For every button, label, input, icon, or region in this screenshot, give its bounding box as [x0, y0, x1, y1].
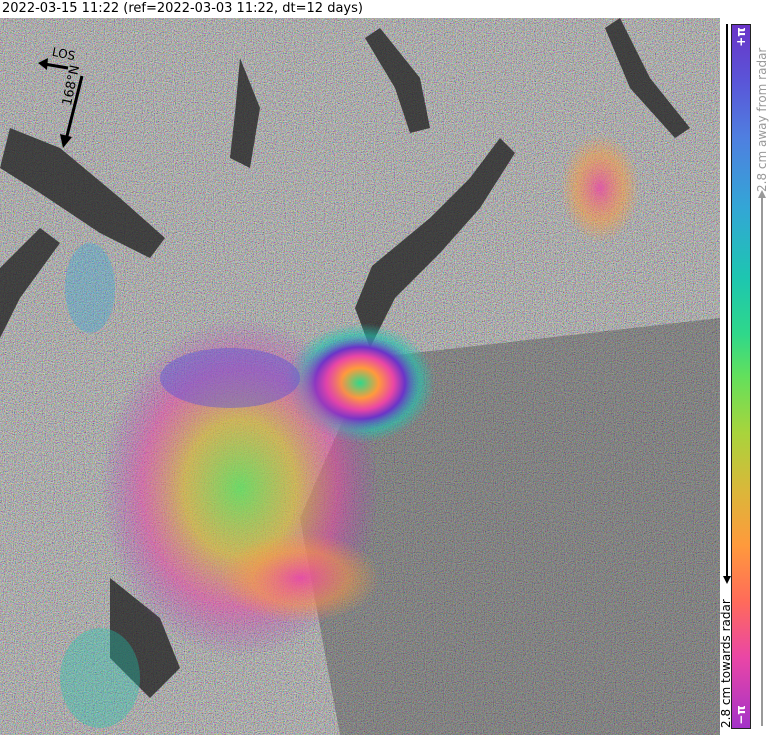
towards-arrow-icon [723, 576, 731, 584]
colorbar-bottom-label: −π [733, 705, 748, 725]
towards-arrow-line [726, 24, 728, 579]
away-from-radar-label: 2.8 cm away from radar [755, 47, 769, 192]
towards-radar-label: 2.8 cm towards radar [719, 599, 733, 728]
interferogram-image [0, 18, 720, 735]
colorbar-top-label: +π [733, 27, 748, 47]
away-arrow-line [761, 196, 763, 726]
image-title: 2022-03-15 11:22 (ref=2022-03-03 11:22, … [2, 1, 363, 16]
phase-colorbar [731, 24, 751, 729]
